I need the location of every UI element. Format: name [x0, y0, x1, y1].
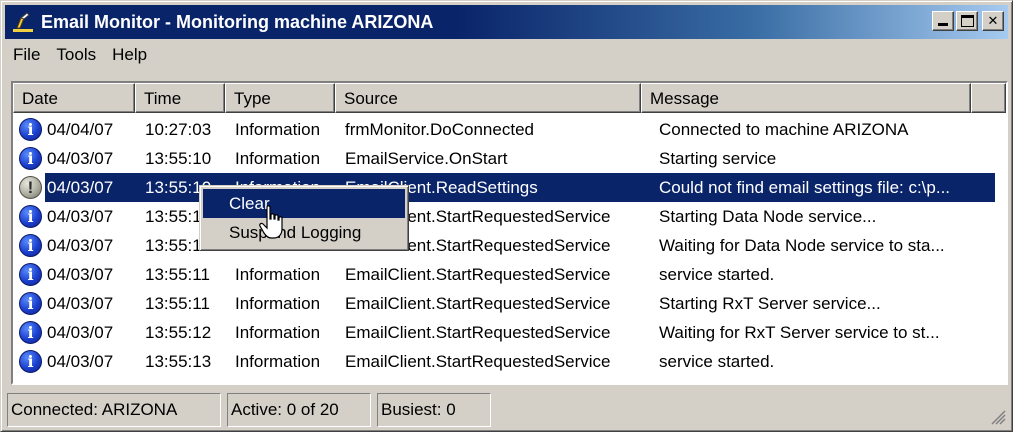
context-menu-clear[interactable]: Clear — [203, 189, 405, 218]
cell-source: EmailClient.StartRequestedService — [345, 265, 611, 284]
column-header-message[interactable]: Message — [641, 83, 971, 113]
status-connected: Connected: ARIZONA — [7, 393, 221, 427]
cell-date: 04/03/07 — [47, 294, 114, 313]
cell-time: 13:55:10 — [145, 149, 212, 168]
title-bar[interactable]: Email Monitor - Monitoring machine ARIZO… — [5, 5, 1008, 39]
cell-message: Waiting for Data Node service to sta... — [659, 236, 945, 255]
cell-type: Information — [235, 323, 321, 342]
email-monitor-window: Email Monitor - Monitoring machine ARIZO… — [0, 0, 1013, 432]
window-title: Email Monitor - Monitoring machine ARIZO… — [41, 11, 434, 32]
table-row[interactable]: i 04/03/07 13:55:10 Information EmailSer… — [13, 144, 1006, 173]
cell-message: service started. — [659, 265, 775, 284]
cell-date: 04/03/07 — [47, 236, 114, 255]
cell-type: Information — [235, 294, 321, 313]
info-icon: i — [19, 321, 42, 344]
menu-help[interactable]: Help — [104, 45, 155, 65]
minimize-icon — [938, 23, 948, 26]
context-menu: Clear Suspend Logging — [199, 185, 409, 251]
cell-message: Could not find email settings file: c:\p… — [659, 178, 951, 197]
cell-source: frmMonitor.DoConnected — [345, 120, 534, 139]
cell-type: Information — [235, 120, 321, 139]
cell-message: Starting service — [659, 149, 777, 168]
cell-type: Information — [235, 149, 321, 168]
menu-bar: File Tools Help — [5, 41, 155, 69]
cell-message: Connected to machine ARIZONA — [659, 120, 909, 139]
status-active: Active: 0 of 20 — [227, 393, 371, 427]
info-icon: i — [19, 234, 42, 257]
cell-message: Waiting for RxT Server service to st... — [659, 323, 940, 342]
app-icon — [11, 10, 35, 34]
cell-message: Starting RxT Server service... — [659, 294, 881, 313]
maximize-button[interactable] — [956, 11, 978, 31]
cell-type: Information — [235, 265, 321, 284]
cell-date: 04/03/07 — [47, 265, 114, 284]
cell-source: EmailClient.StartRequestedService — [345, 323, 611, 342]
cell-date: 04/04/07 — [47, 120, 114, 139]
info-icon: i — [19, 292, 42, 315]
info-icon: i — [19, 350, 42, 373]
cell-type: Information — [235, 352, 321, 371]
context-menu-suspend-logging[interactable]: Suspend Logging — [203, 218, 405, 247]
minimize-button[interactable] — [932, 11, 954, 31]
column-header-type[interactable]: Type — [225, 83, 335, 113]
log-list[interactable]: Date Time Type Source Message i 04/04/07… — [11, 81, 1008, 385]
table-row[interactable]: i 04/03/07 13:55:11 Information EmailCli… — [13, 289, 1006, 318]
cell-message: Starting Data Node service... — [659, 207, 877, 226]
column-header-source[interactable]: Source — [335, 83, 641, 113]
column-header-date[interactable]: Date — [13, 83, 135, 113]
cell-time: 13:55:13 — [145, 352, 212, 371]
window-controls: ✕ — [932, 11, 1004, 31]
hand-cursor-icon — [259, 205, 283, 239]
maximize-icon — [961, 15, 974, 27]
cell-source: EmailClient.StartRequestedService — [345, 352, 611, 371]
cell-message: service started. — [659, 352, 775, 371]
info-icon: i — [19, 118, 42, 141]
table-row[interactable]: i 04/03/07 13:55:13 Information EmailCli… — [13, 347, 1006, 376]
close-button[interactable]: ✕ — [982, 11, 1004, 31]
info-icon: i — [19, 147, 42, 170]
info-icon: i — [19, 205, 42, 228]
cell-time: 13:55:11 — [145, 265, 210, 284]
column-header-filler — [971, 83, 1006, 113]
table-row[interactable]: i 04/03/07 13:55:11 Information EmailCli… — [13, 202, 1006, 231]
table-row[interactable]: i 04/03/07 13:55:11 Information EmailCli… — [13, 260, 1006, 289]
menu-file[interactable]: File — [5, 45, 48, 65]
table-row[interactable]: i 04/03/07 13:55:12 Information EmailCli… — [13, 318, 1006, 347]
cell-time: 13:55:11 — [145, 294, 210, 313]
cell-time: 13:55:12 — [145, 323, 212, 342]
cell-source: EmailClient.StartRequestedService — [345, 294, 611, 313]
table-row[interactable]: i 04/03/07 13:55:11 Information EmailCli… — [13, 231, 1006, 260]
resize-grip-icon[interactable] — [988, 407, 1006, 425]
cell-source: EmailService.OnStart — [345, 149, 508, 168]
log-rows: i 04/04/07 10:27:03 Information frmMonit… — [13, 115, 1006, 376]
table-row[interactable]: i 04/04/07 10:27:03 Information frmMonit… — [13, 115, 1006, 144]
column-header-time[interactable]: Time — [135, 83, 225, 113]
cell-time: 10:27:03 — [145, 120, 212, 139]
status-bar: Connected: ARIZONA Active: 0 of 20 Busie… — [7, 393, 1008, 427]
cell-date: 04/03/07 — [47, 149, 114, 168]
status-busiest: Busiest: 0 — [377, 393, 491, 427]
warning-icon: ! — [19, 176, 42, 199]
list-header: Date Time Type Source Message — [13, 83, 1006, 113]
menu-tools[interactable]: Tools — [48, 45, 104, 65]
cell-date: 04/03/07 — [47, 352, 114, 371]
cell-date: 04/03/07 — [47, 323, 114, 342]
table-row-selected[interactable]: ! 04/03/07 13:55:10 Information EmailCli… — [13, 173, 1006, 202]
cell-date: 04/03/07 — [47, 207, 114, 226]
cell-date: 04/03/07 — [47, 178, 114, 197]
info-icon: i — [19, 263, 42, 286]
